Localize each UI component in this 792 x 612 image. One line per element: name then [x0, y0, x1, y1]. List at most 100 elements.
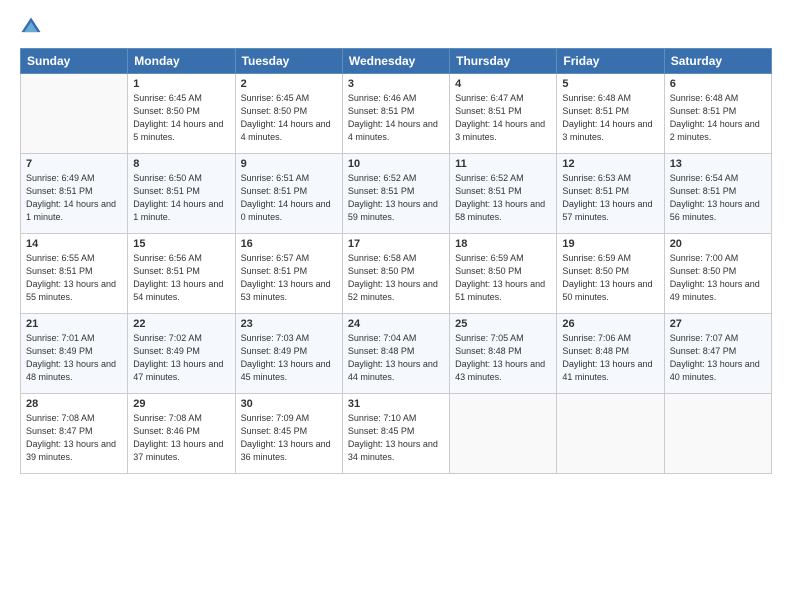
header-cell-wednesday: Wednesday — [342, 49, 449, 74]
day-info: Sunrise: 6:55 AMSunset: 8:51 PMDaylight:… — [26, 252, 122, 304]
day-number: 18 — [455, 238, 551, 250]
day-number: 14 — [26, 238, 122, 250]
day-cell: 28 Sunrise: 7:08 AMSunset: 8:47 PMDaylig… — [21, 394, 128, 474]
day-info: Sunrise: 7:02 AMSunset: 8:49 PMDaylight:… — [133, 332, 229, 384]
day-cell: 8 Sunrise: 6:50 AMSunset: 8:51 PMDayligh… — [128, 154, 235, 234]
day-number: 11 — [455, 158, 551, 170]
day-cell: 15 Sunrise: 6:56 AMSunset: 8:51 PMDaylig… — [128, 234, 235, 314]
day-info: Sunrise: 6:51 AMSunset: 8:51 PMDaylight:… — [241, 172, 337, 224]
day-info: Sunrise: 6:58 AMSunset: 8:50 PMDaylight:… — [348, 252, 444, 304]
day-number: 16 — [241, 238, 337, 250]
header-cell-thursday: Thursday — [450, 49, 557, 74]
day-cell: 16 Sunrise: 6:57 AMSunset: 8:51 PMDaylig… — [235, 234, 342, 314]
day-number: 13 — [670, 158, 766, 170]
day-info: Sunrise: 6:46 AMSunset: 8:51 PMDaylight:… — [348, 92, 444, 144]
logo-icon — [20, 16, 42, 38]
day-cell — [450, 394, 557, 474]
day-cell: 14 Sunrise: 6:55 AMSunset: 8:51 PMDaylig… — [21, 234, 128, 314]
week-row-1: 1 Sunrise: 6:45 AMSunset: 8:50 PMDayligh… — [21, 74, 772, 154]
day-info: Sunrise: 6:45 AMSunset: 8:50 PMDaylight:… — [241, 92, 337, 144]
day-cell: 19 Sunrise: 6:59 AMSunset: 8:50 PMDaylig… — [557, 234, 664, 314]
day-number: 7 — [26, 158, 122, 170]
day-number: 9 — [241, 158, 337, 170]
day-info: Sunrise: 6:48 AMSunset: 8:51 PMDaylight:… — [670, 92, 766, 144]
page: SundayMondayTuesdayWednesdayThursdayFrid… — [0, 0, 792, 484]
day-info: Sunrise: 7:08 AMSunset: 8:46 PMDaylight:… — [133, 412, 229, 464]
day-cell: 7 Sunrise: 6:49 AMSunset: 8:51 PMDayligh… — [21, 154, 128, 234]
day-info: Sunrise: 6:53 AMSunset: 8:51 PMDaylight:… — [562, 172, 658, 224]
day-number: 3 — [348, 78, 444, 90]
day-cell: 30 Sunrise: 7:09 AMSunset: 8:45 PMDaylig… — [235, 394, 342, 474]
day-cell: 24 Sunrise: 7:04 AMSunset: 8:48 PMDaylig… — [342, 314, 449, 394]
day-cell: 20 Sunrise: 7:00 AMSunset: 8:50 PMDaylig… — [664, 234, 771, 314]
day-cell: 9 Sunrise: 6:51 AMSunset: 8:51 PMDayligh… — [235, 154, 342, 234]
day-cell: 25 Sunrise: 7:05 AMSunset: 8:48 PMDaylig… — [450, 314, 557, 394]
day-cell: 17 Sunrise: 6:58 AMSunset: 8:50 PMDaylig… — [342, 234, 449, 314]
day-info: Sunrise: 7:09 AMSunset: 8:45 PMDaylight:… — [241, 412, 337, 464]
day-info: Sunrise: 6:56 AMSunset: 8:51 PMDaylight:… — [133, 252, 229, 304]
day-number: 6 — [670, 78, 766, 90]
day-cell: 21 Sunrise: 7:01 AMSunset: 8:49 PMDaylig… — [21, 314, 128, 394]
header-cell-monday: Monday — [128, 49, 235, 74]
day-number: 12 — [562, 158, 658, 170]
day-number: 2 — [241, 78, 337, 90]
day-cell — [664, 394, 771, 474]
day-number: 21 — [26, 318, 122, 330]
day-info: Sunrise: 7:07 AMSunset: 8:47 PMDaylight:… — [670, 332, 766, 384]
day-cell: 31 Sunrise: 7:10 AMSunset: 8:45 PMDaylig… — [342, 394, 449, 474]
day-info: Sunrise: 6:47 AMSunset: 8:51 PMDaylight:… — [455, 92, 551, 144]
day-number: 28 — [26, 398, 122, 410]
day-number: 10 — [348, 158, 444, 170]
day-info: Sunrise: 7:04 AMSunset: 8:48 PMDaylight:… — [348, 332, 444, 384]
day-cell: 27 Sunrise: 7:07 AMSunset: 8:47 PMDaylig… — [664, 314, 771, 394]
day-info: Sunrise: 7:00 AMSunset: 8:50 PMDaylight:… — [670, 252, 766, 304]
day-cell: 18 Sunrise: 6:59 AMSunset: 8:50 PMDaylig… — [450, 234, 557, 314]
day-info: Sunrise: 7:03 AMSunset: 8:49 PMDaylight:… — [241, 332, 337, 384]
header-cell-friday: Friday — [557, 49, 664, 74]
day-cell: 29 Sunrise: 7:08 AMSunset: 8:46 PMDaylig… — [128, 394, 235, 474]
day-cell: 22 Sunrise: 7:02 AMSunset: 8:49 PMDaylig… — [128, 314, 235, 394]
day-cell: 2 Sunrise: 6:45 AMSunset: 8:50 PMDayligh… — [235, 74, 342, 154]
day-number: 25 — [455, 318, 551, 330]
day-number: 27 — [670, 318, 766, 330]
day-number: 17 — [348, 238, 444, 250]
day-info: Sunrise: 6:59 AMSunset: 8:50 PMDaylight:… — [455, 252, 551, 304]
day-number: 5 — [562, 78, 658, 90]
day-number: 1 — [133, 78, 229, 90]
header-cell-sunday: Sunday — [21, 49, 128, 74]
day-info: Sunrise: 7:01 AMSunset: 8:49 PMDaylight:… — [26, 332, 122, 384]
day-cell: 10 Sunrise: 6:52 AMSunset: 8:51 PMDaylig… — [342, 154, 449, 234]
day-info: Sunrise: 6:52 AMSunset: 8:51 PMDaylight:… — [455, 172, 551, 224]
calendar-table: SundayMondayTuesdayWednesdayThursdayFrid… — [20, 48, 772, 474]
day-info: Sunrise: 6:50 AMSunset: 8:51 PMDaylight:… — [133, 172, 229, 224]
day-number: 22 — [133, 318, 229, 330]
day-info: Sunrise: 7:10 AMSunset: 8:45 PMDaylight:… — [348, 412, 444, 464]
day-cell: 12 Sunrise: 6:53 AMSunset: 8:51 PMDaylig… — [557, 154, 664, 234]
header-row: SundayMondayTuesdayWednesdayThursdayFrid… — [21, 49, 772, 74]
day-number: 4 — [455, 78, 551, 90]
day-number: 26 — [562, 318, 658, 330]
day-cell: 5 Sunrise: 6:48 AMSunset: 8:51 PMDayligh… — [557, 74, 664, 154]
day-info: Sunrise: 6:54 AMSunset: 8:51 PMDaylight:… — [670, 172, 766, 224]
day-info: Sunrise: 7:05 AMSunset: 8:48 PMDaylight:… — [455, 332, 551, 384]
week-row-3: 14 Sunrise: 6:55 AMSunset: 8:51 PMDaylig… — [21, 234, 772, 314]
day-number: 29 — [133, 398, 229, 410]
day-cell: 3 Sunrise: 6:46 AMSunset: 8:51 PMDayligh… — [342, 74, 449, 154]
day-cell: 4 Sunrise: 6:47 AMSunset: 8:51 PMDayligh… — [450, 74, 557, 154]
day-number: 20 — [670, 238, 766, 250]
day-cell: 6 Sunrise: 6:48 AMSunset: 8:51 PMDayligh… — [664, 74, 771, 154]
day-cell: 1 Sunrise: 6:45 AMSunset: 8:50 PMDayligh… — [128, 74, 235, 154]
logo — [20, 16, 46, 38]
day-info: Sunrise: 6:48 AMSunset: 8:51 PMDaylight:… — [562, 92, 658, 144]
day-info: Sunrise: 6:49 AMSunset: 8:51 PMDaylight:… — [26, 172, 122, 224]
day-info: Sunrise: 7:06 AMSunset: 8:48 PMDaylight:… — [562, 332, 658, 384]
week-row-4: 21 Sunrise: 7:01 AMSunset: 8:49 PMDaylig… — [21, 314, 772, 394]
day-cell: 23 Sunrise: 7:03 AMSunset: 8:49 PMDaylig… — [235, 314, 342, 394]
week-row-2: 7 Sunrise: 6:49 AMSunset: 8:51 PMDayligh… — [21, 154, 772, 234]
day-cell: 11 Sunrise: 6:52 AMSunset: 8:51 PMDaylig… — [450, 154, 557, 234]
header — [20, 16, 772, 38]
day-cell — [21, 74, 128, 154]
day-info: Sunrise: 6:52 AMSunset: 8:51 PMDaylight:… — [348, 172, 444, 224]
day-info: Sunrise: 6:45 AMSunset: 8:50 PMDaylight:… — [133, 92, 229, 144]
day-number: 8 — [133, 158, 229, 170]
